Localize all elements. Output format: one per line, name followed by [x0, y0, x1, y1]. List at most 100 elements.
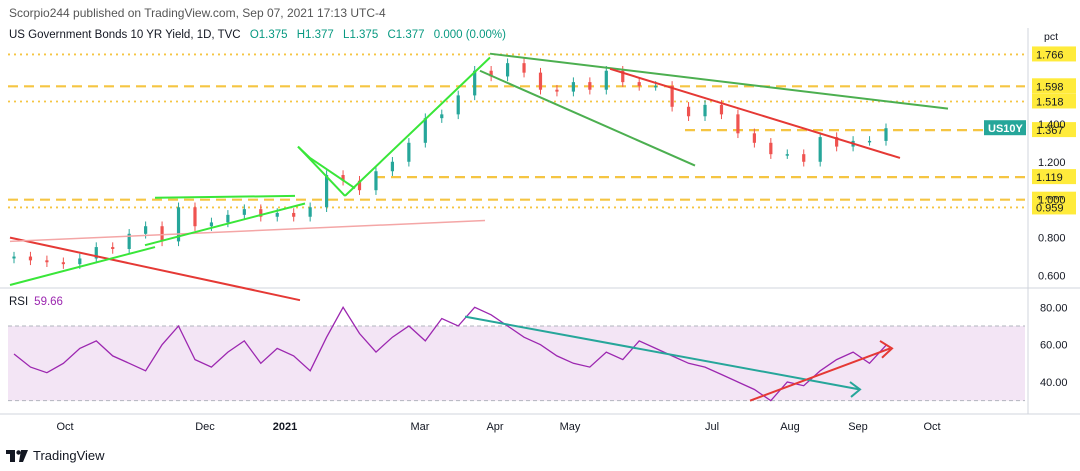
- candle: [193, 202, 197, 231]
- level-tag-bg: [1032, 78, 1076, 94]
- candle-body: [111, 247, 115, 249]
- level-tag-label: 1.598: [1036, 81, 1064, 93]
- candle-body: [571, 82, 575, 92]
- level-tag: 1.000: [1032, 191, 1076, 207]
- candle-body: [407, 142, 411, 162]
- footer-brand-label: TradingView: [33, 448, 105, 463]
- candle-body: [884, 128, 888, 141]
- candle-body: [127, 233, 131, 249]
- rsi-tick: 60.00: [1040, 340, 1068, 352]
- candle: [604, 66, 608, 95]
- candle-body: [440, 114, 444, 119]
- candles: [12, 58, 888, 269]
- time-tick: Apr: [486, 421, 503, 433]
- trend-drawings: [9, 52, 949, 402]
- rsi-line: [13, 306, 887, 402]
- candle: [28, 251, 33, 266]
- candle: [719, 100, 724, 120]
- candle-body: [555, 89, 559, 92]
- legend-change: 0.000 (0.00%): [433, 29, 506, 41]
- candle-body: [736, 114, 740, 134]
- rally-line: [344, 56, 491, 197]
- candle: [12, 251, 16, 264]
- level-tag-label: 1.119: [1036, 172, 1063, 184]
- candle: [621, 66, 625, 87]
- price-tick: 1.000: [1038, 195, 1066, 207]
- candle: [209, 217, 214, 231]
- upper-channel-line: [489, 52, 949, 110]
- candle-body: [226, 214, 230, 223]
- candle-body: [719, 104, 724, 115]
- candle: [637, 77, 641, 91]
- rsi-value: 59.66: [34, 296, 63, 308]
- candle: [275, 208, 279, 222]
- time-tick: Aug: [780, 421, 800, 433]
- candle-body: [505, 63, 510, 77]
- rsi-tick: 80.00: [1040, 302, 1068, 314]
- candle: [538, 67, 543, 95]
- level-tag: 1.119: [1032, 169, 1076, 185]
- rsi-band-fill: [8, 326, 1025, 401]
- candle: [144, 221, 148, 239]
- candle: [61, 257, 65, 269]
- candle: [423, 113, 427, 148]
- candle: [440, 109, 444, 123]
- level-tag-label: 0.959: [1036, 202, 1064, 214]
- candle-body: [522, 63, 526, 73]
- candle-body: [867, 140, 872, 143]
- rsi-arrow-head-teal: [849, 381, 862, 398]
- candle-body: [176, 207, 181, 242]
- candle: [522, 58, 526, 78]
- candle: [473, 66, 477, 101]
- candle-body: [308, 207, 312, 217]
- level-tag-bg: [1032, 199, 1076, 215]
- rsi-legend: RSI 59.66: [9, 296, 63, 308]
- candle-body: [752, 133, 756, 143]
- candle-body: [473, 70, 477, 96]
- candle: [571, 77, 575, 97]
- candle-body: [259, 209, 263, 217]
- triangle-top: [154, 194, 296, 199]
- candle: [341, 170, 345, 186]
- level-tag-bg: [1032, 93, 1076, 109]
- candle-body: [802, 154, 806, 162]
- candle: [357, 175, 362, 195]
- rsi-label: RSI: [9, 296, 29, 308]
- level-tag-label: 1.367: [1036, 125, 1064, 137]
- candle: [390, 157, 395, 176]
- level-tag: 1.367: [1032, 122, 1076, 138]
- candle: [45, 255, 49, 267]
- candle: [802, 149, 806, 167]
- candle-body: [374, 171, 378, 191]
- candle-body: [275, 212, 279, 217]
- level-tag: 1.766: [1032, 46, 1076, 62]
- candle: [654, 81, 658, 91]
- time-tick: Oct: [923, 421, 940, 433]
- flag-leg-3: [309, 157, 356, 190]
- candle-body: [193, 207, 197, 227]
- candle-body: [61, 262, 65, 265]
- publisher-header: Scorpio244 published on TradingView.com,…: [9, 6, 386, 20]
- candle-body: [45, 260, 49, 263]
- candle-body: [209, 222, 214, 227]
- candle-body: [851, 140, 855, 147]
- candle-body: [654, 85, 658, 88]
- candle: [160, 221, 164, 247]
- level-tag-label: 1.766: [1036, 49, 1064, 61]
- chart-canvas[interactable]: 1.766 1.598 1.518 1.367 1.119 1.0000.959 pct 0.…: [0, 0, 1080, 471]
- candle: [686, 102, 691, 121]
- level-tag-bg: [1032, 46, 1076, 62]
- candle-body: [423, 118, 427, 143]
- legend-title: US Government Bonds 10 YR Yield, 1D, TVC: [9, 29, 241, 41]
- level-tag-label: 1.000: [1036, 195, 1064, 207]
- candle-body: [28, 256, 33, 261]
- level-tag: 1.598: [1032, 78, 1076, 94]
- candle-body: [341, 175, 345, 181]
- candle-body: [292, 212, 296, 217]
- level-tag-bg: [1032, 191, 1076, 207]
- time-tick: Jul: [705, 421, 719, 433]
- candle: [670, 81, 674, 112]
- tradingview-logo-icon: [6, 449, 28, 462]
- candle-body: [489, 70, 493, 77]
- legend-open: O1.375: [249, 29, 288, 41]
